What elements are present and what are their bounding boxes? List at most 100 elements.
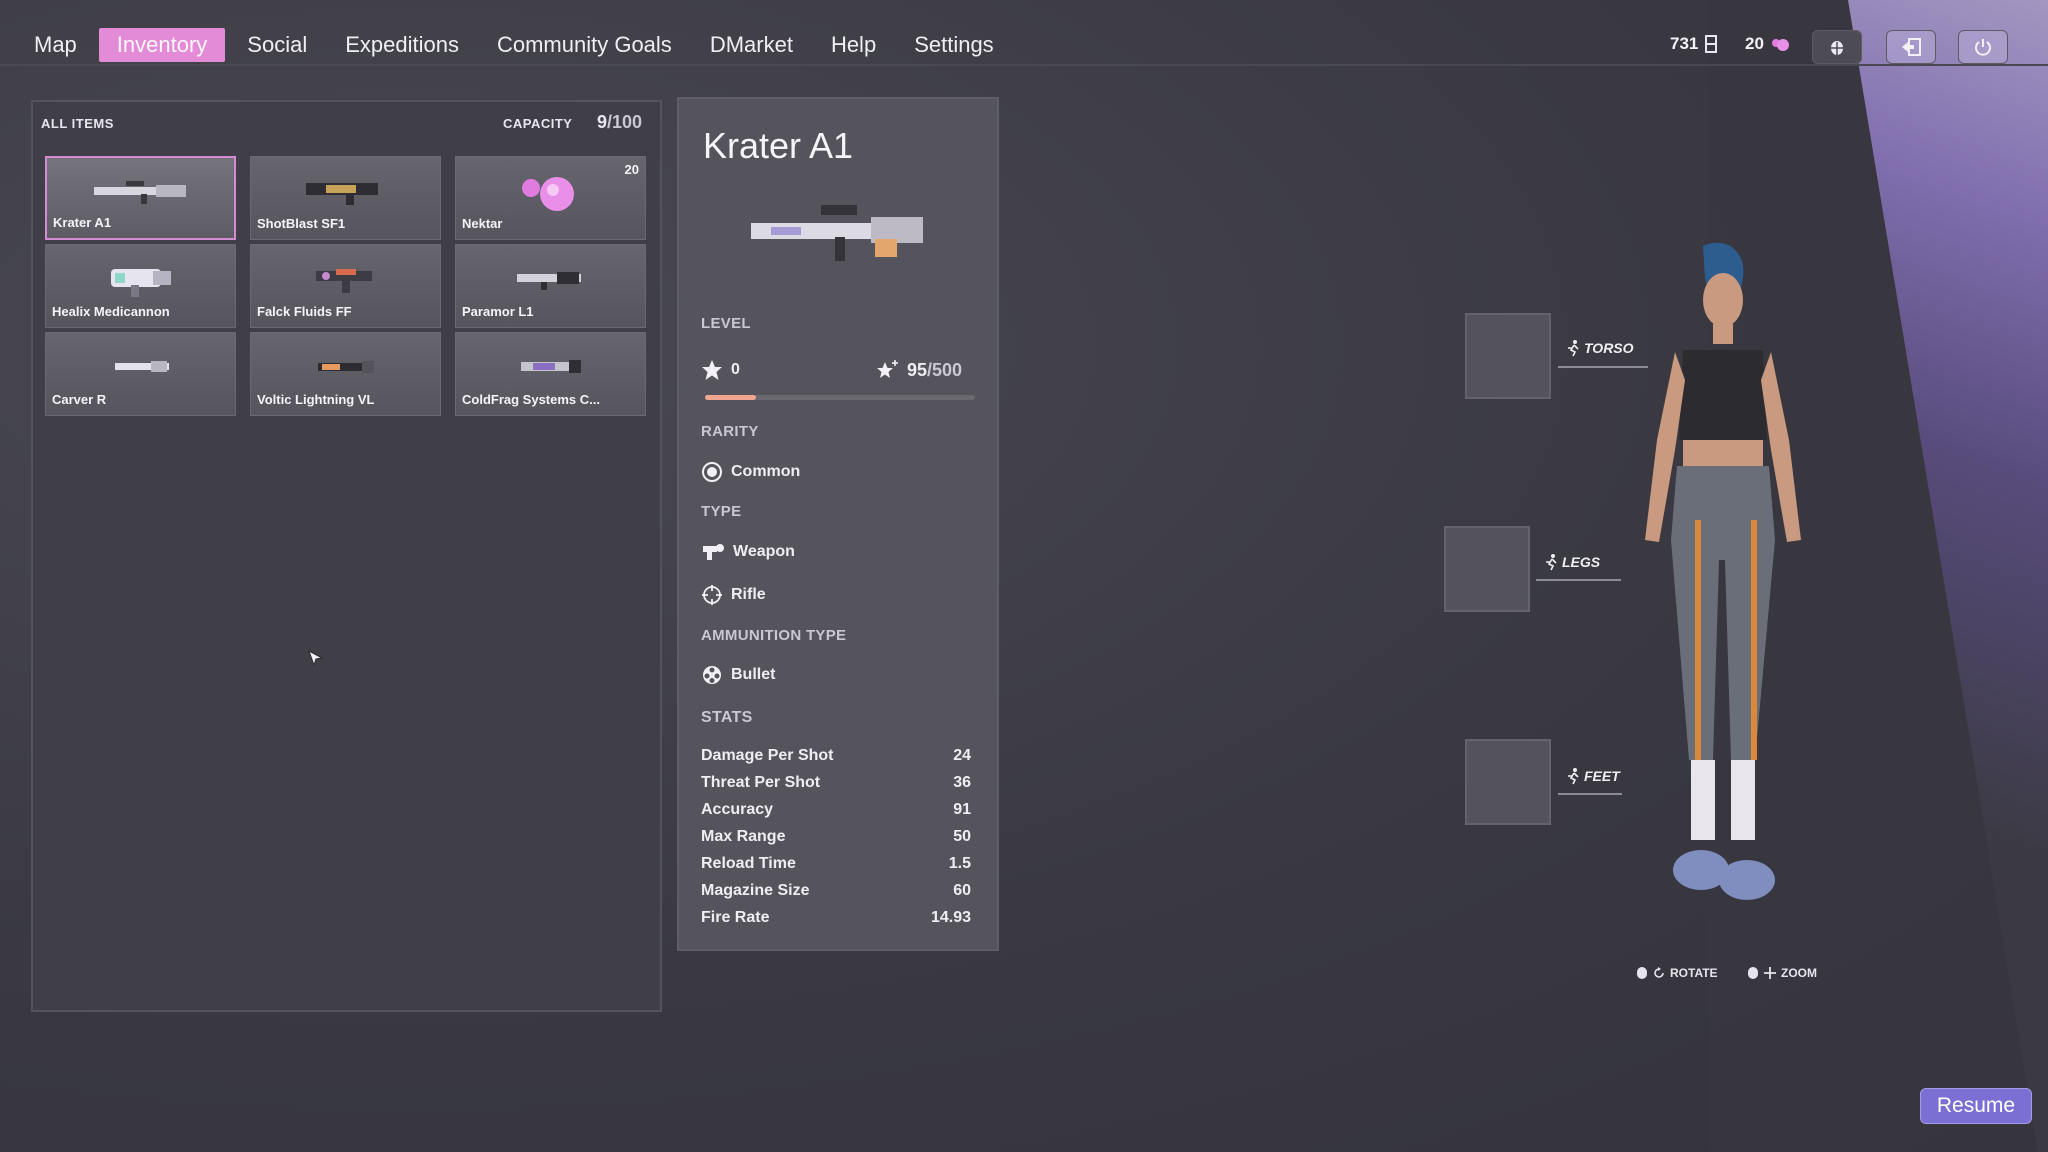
rotate-hint-text: ROTATE — [1670, 966, 1718, 980]
type-label: TYPE — [701, 503, 742, 520]
item-name: Krater A1 — [53, 215, 112, 230]
rifle-preview-icon — [751, 205, 923, 261]
weapon-icon — [703, 544, 724, 560]
inventory-header: ALL ITEMS — [41, 116, 114, 131]
bug-report-button[interactable] — [1812, 30, 1862, 64]
resume-button[interactable]: Resume — [1920, 1088, 2032, 1124]
equip-label-legs: LEGS — [1544, 553, 1600, 571]
feet-label-text: FEET — [1584, 768, 1620, 784]
stat-label: Threat Per Shot — [701, 774, 821, 791]
exit-button[interactable] — [1886, 30, 1936, 64]
ammo-label: AMMUNITION TYPE — [701, 627, 847, 644]
stat-label: Damage Per Shot — [701, 747, 834, 764]
character-model[interactable] — [1605, 240, 1845, 920]
stat-label: Fire Rate — [701, 909, 770, 926]
item-name: Voltic Lightning VL — [257, 392, 375, 407]
tab-community-goals[interactable]: Community Goals — [481, 28, 688, 62]
inventory-slot-voltic-lightning-vl[interactable]: Voltic Lightning VL — [250, 332, 441, 416]
currency-nektar: 20 — [1745, 34, 1790, 54]
mouse-cursor-icon — [308, 650, 324, 667]
inventory-slot-nektar[interactable]: 20 Nektar — [455, 156, 646, 240]
inventory-slot-krater-a1[interactable]: Krater A1 — [45, 156, 236, 240]
nav-tabs: Map Inventory Social Expeditions Communi… — [18, 28, 1016, 62]
torso-runner-icon — [1568, 340, 1579, 357]
inventory-grid: Krater A1 ShotBlast SF1 20 Nektar Healix… — [45, 156, 646, 416]
feet-connector — [1558, 793, 1622, 795]
equip-slot-legs[interactable] — [1444, 526, 1530, 612]
tab-expeditions[interactable]: Expeditions — [329, 28, 475, 62]
stat-value: 36 — [953, 774, 971, 791]
level-value: 0 — [731, 361, 740, 378]
rarity-value: Common — [731, 463, 801, 480]
level-row: 0 — [701, 359, 740, 381]
tab-settings[interactable]: Settings — [898, 28, 1010, 62]
mouse-icon — [1637, 967, 1647, 979]
rotate-icon — [1654, 967, 1664, 978]
credits-icon — [1705, 35, 1718, 53]
star-icon — [702, 360, 722, 380]
rifle-icon — [93, 181, 186, 204]
capacity-label: CAPACITY — [503, 116, 573, 131]
item-title: Krater A1 — [703, 125, 854, 166]
type-value: Weapon — [733, 543, 795, 560]
zoom-icon — [1764, 967, 1776, 979]
stat-row-magazine: Magazine Size 60 — [701, 882, 971, 900]
equip-label-torso: TORSO — [1566, 339, 1634, 357]
stat-value: 1.5 — [948, 855, 971, 872]
currency-credits: 731 — [1670, 34, 1718, 54]
frag-launcher-icon — [520, 360, 581, 373]
item-name: Carver R — [52, 392, 107, 407]
torso-connector — [1558, 366, 1648, 368]
tab-inventory[interactable]: Inventory — [98, 28, 226, 62]
lightning-gun-icon — [317, 361, 374, 373]
ammo-row: Bullet — [701, 664, 775, 686]
legs-label-text: LEGS — [1562, 554, 1601, 570]
stat-row-reload: Reload Time 1.5 — [701, 855, 971, 873]
crosshair-icon — [702, 585, 722, 605]
stat-value: 24 — [953, 747, 971, 764]
tab-social[interactable]: Social — [231, 28, 323, 62]
rarity-circle-icon — [702, 462, 722, 482]
stat-label: Max Range — [701, 828, 786, 845]
inventory-slot-carver-r[interactable]: Carver R — [45, 332, 236, 416]
inventory-slot-paramor-l1[interactable]: Paramor L1 — [455, 244, 646, 328]
medicannon-icon — [110, 269, 171, 297]
item-name: Falck Fluids FF — [257, 304, 352, 319]
inventory-slot-falck-fluids-ff[interactable]: Falck Fluids FF — [250, 244, 441, 328]
item-name: Paramor L1 — [462, 304, 534, 319]
rarity-label: RARITY — [701, 423, 759, 440]
nektar-icon — [1771, 39, 1789, 51]
rarity-row: Common — [701, 461, 800, 483]
legs-connector — [1536, 579, 1621, 581]
xp-max: /500 — [927, 359, 963, 380]
item-name: ColdFrag Systems C... — [462, 392, 600, 407]
inventory-slot-shotblast-sf1[interactable]: ShotBlast SF1 — [250, 156, 441, 240]
bug-icon — [1831, 41, 1843, 55]
equip-slot-torso[interactable] — [1465, 313, 1551, 399]
tab-dmarket[interactable]: DMarket — [694, 28, 809, 62]
zoom-hint: ZOOM — [1747, 966, 1817, 980]
tab-help[interactable]: Help — [815, 28, 892, 62]
inventory-slot-coldfrag-systems[interactable]: ColdFrag Systems C... — [455, 332, 646, 416]
subtype-value: Rifle — [731, 586, 766, 603]
zoom-hint-text: ZOOM — [1781, 966, 1817, 980]
equip-slot-feet[interactable] — [1465, 739, 1551, 825]
currency-credits-value: 731 — [1670, 34, 1699, 53]
xp-row: 95/500 — [875, 359, 962, 381]
torso-label-text: TORSO — [1584, 340, 1634, 356]
xp-progress-fill — [705, 395, 757, 400]
ammo-value: Bullet — [731, 666, 776, 683]
tab-map[interactable]: Map — [18, 28, 93, 62]
stat-label: Accuracy — [701, 801, 774, 818]
capacity-used: 9 — [597, 112, 608, 132]
item-detail-panel: Krater A1 LEVEL 0 95/500 RARITY Common T… — [677, 97, 999, 951]
item-name: Nektar — [462, 216, 503, 231]
stat-value: 50 — [953, 828, 971, 845]
stat-row-accuracy: Accuracy 91 — [701, 801, 971, 819]
inventory-slot-healix-medicannon[interactable]: Healix Medicannon — [45, 244, 236, 328]
carbine-icon — [114, 361, 169, 372]
level-label: LEVEL — [701, 315, 751, 332]
capacity-value: 9/100 — [597, 112, 642, 133]
power-button[interactable] — [1958, 30, 2008, 64]
power-icon — [1975, 39, 1991, 56]
